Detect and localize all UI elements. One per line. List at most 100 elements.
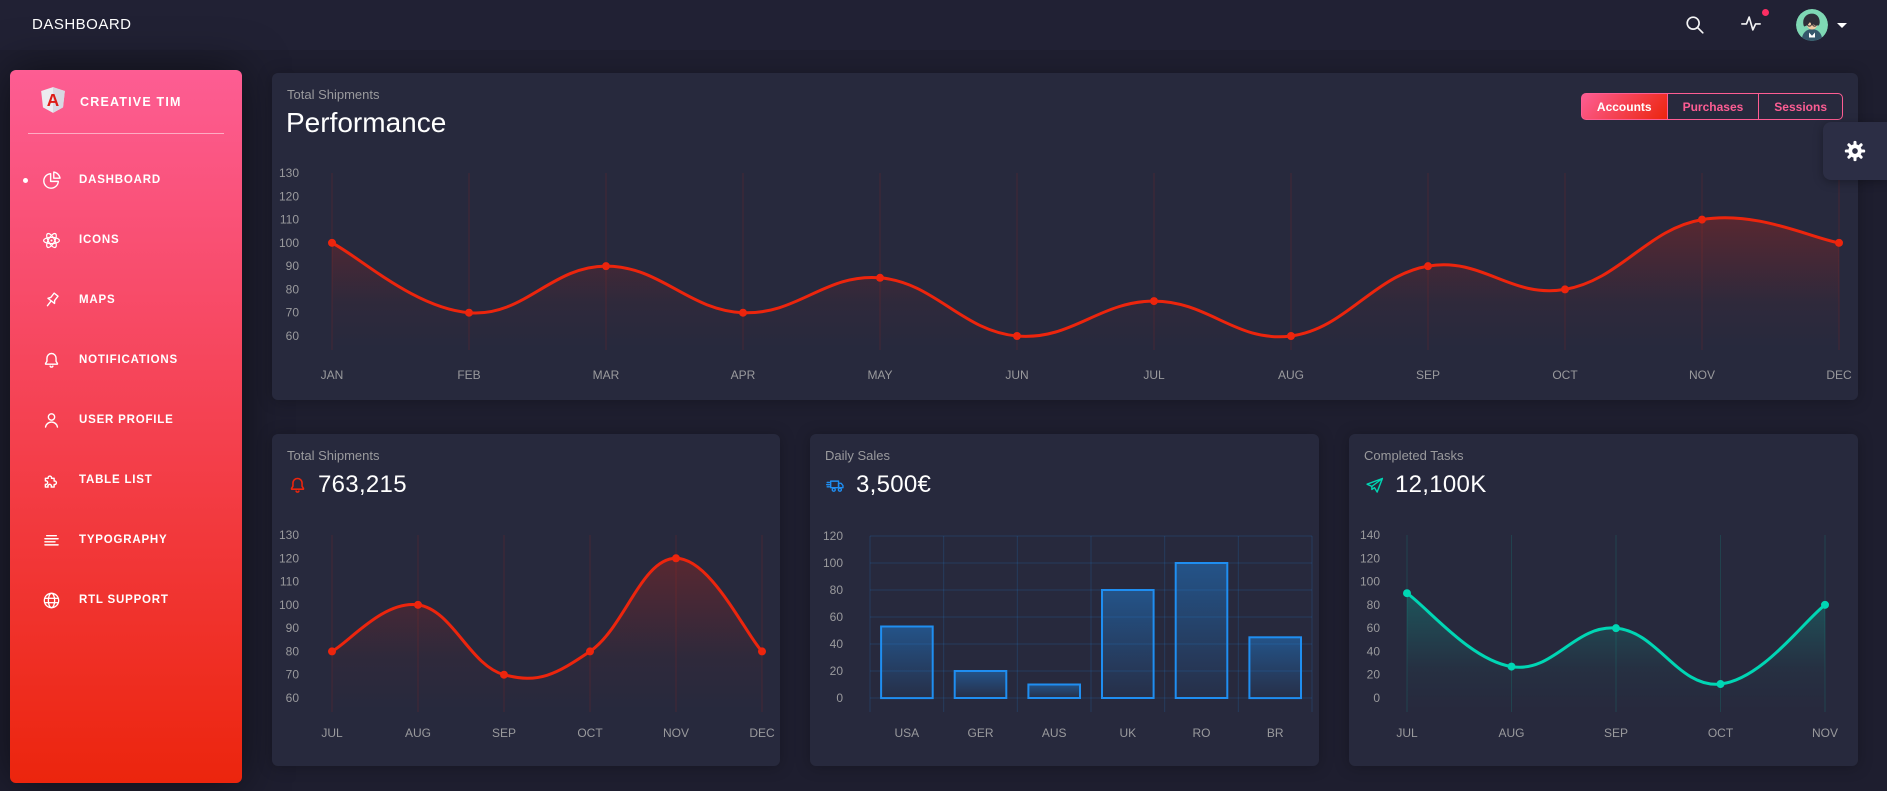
sidebar-item-label: RTL SUPPORT bbox=[79, 594, 169, 606]
brand-name: CREATIVE TIM bbox=[80, 95, 182, 109]
svg-text:80: 80 bbox=[1367, 598, 1381, 612]
sidebar-item-label: TABLE LIST bbox=[79, 474, 153, 486]
sidebar-item-label: ICONS bbox=[79, 234, 120, 246]
sidebar-item-user-profile[interactable]: USER PROFILE bbox=[10, 390, 242, 450]
svg-text:DEC: DEC bbox=[749, 726, 775, 740]
globe-icon bbox=[43, 592, 60, 608]
sidebar-item-table-list[interactable]: TABLE LIST bbox=[10, 450, 242, 510]
svg-text:80: 80 bbox=[830, 583, 844, 597]
sidebar-item-notifications[interactable]: NOTIFICATIONS bbox=[10, 330, 242, 390]
svg-text:0: 0 bbox=[836, 691, 843, 705]
svg-text:60: 60 bbox=[1367, 621, 1381, 635]
svg-text:80: 80 bbox=[286, 644, 300, 658]
card-category: Completed Tasks bbox=[1364, 448, 1464, 463]
svg-text:SEP: SEP bbox=[1416, 368, 1440, 382]
svg-text:AUG: AUG bbox=[1498, 726, 1524, 740]
card-title: Performance bbox=[286, 107, 447, 138]
svg-text:APR: APR bbox=[731, 368, 756, 382]
sidebar-item-maps[interactable]: MAPS bbox=[10, 270, 242, 330]
svg-text:80: 80 bbox=[286, 282, 300, 296]
tab-sessions[interactable]: Sessions bbox=[1758, 93, 1843, 120]
completed-tasks-card: Completed Tasks 12,100K 0 20 40 60 80 100 120 1… bbox=[1349, 434, 1858, 766]
svg-text:120: 120 bbox=[823, 529, 843, 543]
align-text-icon bbox=[44, 534, 59, 546]
active-indicator-dot bbox=[23, 177, 28, 183]
sidebar-item-label: USER PROFILE bbox=[79, 414, 174, 426]
stat-row: 3,500€ bbox=[825, 471, 931, 499]
sidebar-item-label: NOTIFICATIONS bbox=[79, 354, 178, 366]
sidebar-item-dashboard[interactable]: DASHBOARD bbox=[10, 150, 242, 210]
activity-icon[interactable] bbox=[1740, 8, 1769, 39]
svg-text:JUN: JUN bbox=[1005, 368, 1028, 382]
send-icon bbox=[1366, 477, 1384, 493]
svg-text:GER: GER bbox=[967, 726, 993, 740]
sidebar: A CREATIVE TIM DASHBOARD ICONS MAPS NOTI… bbox=[10, 70, 242, 783]
brand[interactable]: A CREATIVE TIM bbox=[10, 84, 242, 134]
chart-tab-group: Accounts Purchases Sessions bbox=[1580, 93, 1843, 120]
svg-text:A: A bbox=[47, 90, 59, 110]
svg-text:90: 90 bbox=[286, 259, 300, 273]
card-category: Total Shipments bbox=[287, 87, 380, 102]
svg-text:60: 60 bbox=[286, 329, 300, 343]
tab-accounts[interactable]: Accounts bbox=[1580, 93, 1668, 120]
svg-text:FEB: FEB bbox=[457, 368, 480, 382]
svg-text:60: 60 bbox=[830, 610, 844, 624]
avatar[interactable] bbox=[1796, 9, 1828, 41]
svg-text:RO: RO bbox=[1193, 726, 1211, 740]
sidebar-item-icons[interactable]: ICONS bbox=[10, 210, 242, 270]
svg-text:JUL: JUL bbox=[1396, 726, 1418, 740]
svg-text:110: 110 bbox=[280, 575, 299, 589]
svg-text:100: 100 bbox=[279, 236, 299, 250]
svg-text:120: 120 bbox=[1360, 551, 1380, 565]
top-navbar: DASHBOARD bbox=[0, 0, 1887, 50]
stat-value: 763,215 bbox=[318, 471, 407, 498]
shipments-line-chart: 60 70 80 90 100 110 120 130 JUL AUG SEP OCT NOV DEC bbox=[272, 520, 780, 760]
sidebar-nav: DASHBOARD ICONS MAPS NOTIFICATIONS USER … bbox=[10, 150, 242, 630]
svg-text:OCT: OCT bbox=[577, 726, 603, 740]
atom-icon bbox=[43, 232, 60, 248]
search-icon[interactable] bbox=[1684, 14, 1706, 36]
svg-text:DEC: DEC bbox=[1826, 368, 1852, 382]
stat-value: 12,100K bbox=[1395, 471, 1487, 498]
stat-row: 763,215 bbox=[287, 471, 407, 499]
stat-row: 12,100K bbox=[1364, 471, 1487, 499]
svg-text:20: 20 bbox=[1367, 668, 1381, 682]
svg-text:UK: UK bbox=[1119, 726, 1136, 740]
sidebar-item-typography[interactable]: TYPOGRAPHY bbox=[10, 510, 242, 570]
gear-icon bbox=[1844, 140, 1866, 162]
svg-text:40: 40 bbox=[830, 637, 844, 651]
sidebar-item-label: TYPOGRAPHY bbox=[79, 534, 168, 546]
svg-text:JUL: JUL bbox=[321, 726, 343, 740]
notification-dot bbox=[1762, 8, 1769, 16]
svg-text:110: 110 bbox=[280, 213, 299, 227]
svg-text:70: 70 bbox=[286, 668, 300, 682]
bell-icon bbox=[44, 352, 59, 368]
user-menu[interactable] bbox=[1796, 9, 1847, 41]
chart-pie-icon bbox=[43, 170, 61, 189]
svg-text:SEP: SEP bbox=[492, 726, 516, 740]
delivery-truck-icon bbox=[826, 479, 844, 492]
sidebar-item-rtl-support[interactable]: RTL SUPPORT bbox=[10, 570, 242, 630]
total-shipments-card: Total Shipments 763,215 60 70 80 90 100 110 12… bbox=[272, 434, 780, 766]
svg-text:100: 100 bbox=[823, 556, 843, 570]
bell-icon bbox=[290, 477, 305, 493]
svg-text:OCT: OCT bbox=[1552, 368, 1578, 382]
tab-purchases[interactable]: Purchases bbox=[1666, 93, 1760, 120]
page-title: DASHBOARD bbox=[32, 16, 132, 33]
svg-text:20: 20 bbox=[830, 664, 844, 678]
sidebar-item-label: MAPS bbox=[79, 294, 116, 306]
svg-text:120: 120 bbox=[279, 551, 299, 565]
svg-text:BR: BR bbox=[1267, 726, 1284, 740]
svg-text:90: 90 bbox=[286, 621, 300, 635]
svg-text:140: 140 bbox=[1360, 528, 1380, 542]
svg-text:130: 130 bbox=[279, 528, 299, 542]
settings-panel-toggle[interactable] bbox=[1823, 122, 1887, 180]
svg-text:OCT: OCT bbox=[1708, 726, 1734, 740]
performance-card: Total Shipments Performance Accounts Pur… bbox=[272, 73, 1858, 400]
svg-text:JUL: JUL bbox=[1143, 368, 1165, 382]
navbar-actions bbox=[1684, 0, 1847, 50]
performance-line-chart: 60 70 80 90 100 110 120 130 JAN FEB MAR APR MAY JUN JU… bbox=[272, 160, 1858, 400]
user-icon bbox=[44, 412, 59, 428]
svg-text:USA: USA bbox=[894, 726, 919, 740]
svg-text:100: 100 bbox=[1360, 575, 1380, 589]
